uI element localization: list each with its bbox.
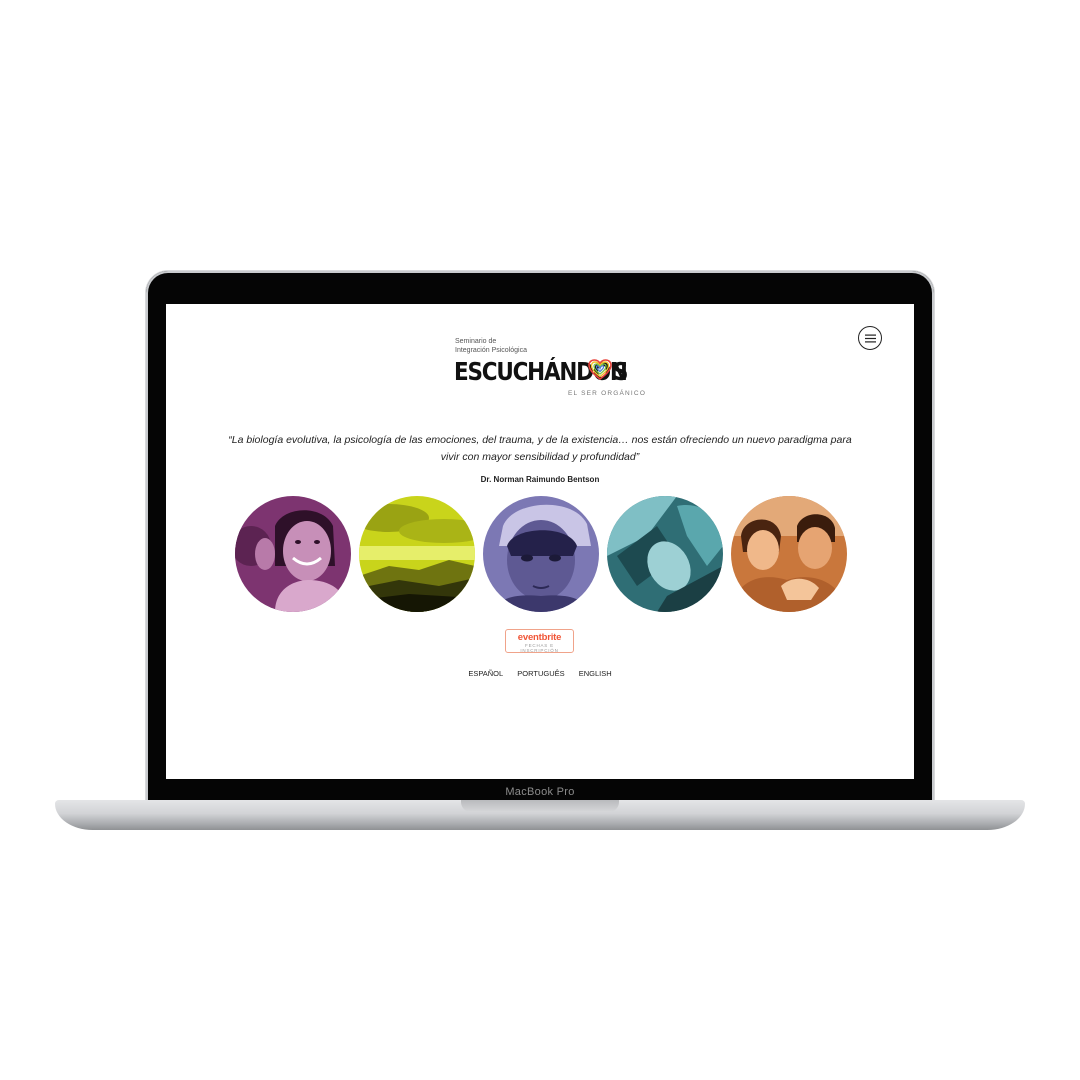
logo-subtitle: Seminario de Integración Psicológica	[455, 338, 527, 355]
lang-english-link[interactable]: ENGLISH	[579, 669, 612, 678]
logo-end: S	[613, 356, 630, 386]
quote-author: Dr. Norman Raimundo Bentson	[480, 475, 600, 484]
laptop-notch	[461, 800, 619, 812]
eventbrite-button[interactable]: eventbrite FECHAS E INSCRIPCIÓN	[505, 629, 574, 653]
logo-line-1: Seminario de	[455, 338, 497, 345]
logo-tagline: EL SER ORGÁNICO	[568, 390, 647, 397]
lang-espanol-link[interactable]: ESPAÑOL	[468, 669, 503, 678]
lang-portugues-link[interactable]: PORTUGUÊS	[517, 669, 564, 678]
couple-image	[731, 496, 847, 612]
gallery-image-boy	[483, 496, 599, 612]
screen: Seminario de Integración Psicológica ESC…	[166, 304, 914, 779]
logo-text-b: S	[613, 356, 628, 386]
gallery-image-landscape	[359, 496, 475, 612]
menu-button[interactable]	[858, 326, 882, 350]
woman-portrait-image	[235, 496, 351, 612]
landscape-image	[359, 496, 475, 612]
gallery-image-woman-lying	[607, 496, 723, 612]
woman-lying-image	[607, 496, 723, 612]
device-model-label: MacBook Pro	[505, 786, 575, 798]
language-selector: ESPAÑOL PORTUGUÊS ENGLISH	[166, 669, 914, 678]
heart-icon	[588, 359, 612, 381]
eventbrite-logo-text: eventbrite	[517, 632, 562, 643]
gallery-image-couple	[731, 496, 847, 612]
gallery-image-woman-smiling	[235, 496, 351, 612]
boy-portrait-image	[483, 496, 599, 612]
quote-text: “La biología evolutiva, la psicología de…	[228, 434, 852, 463]
eventbrite-subtitle: FECHAS E INSCRIPCIÓN	[520, 643, 559, 653]
hamburger-icon	[864, 334, 876, 342]
logo-line-2: Integración Psicológica	[455, 346, 527, 354]
